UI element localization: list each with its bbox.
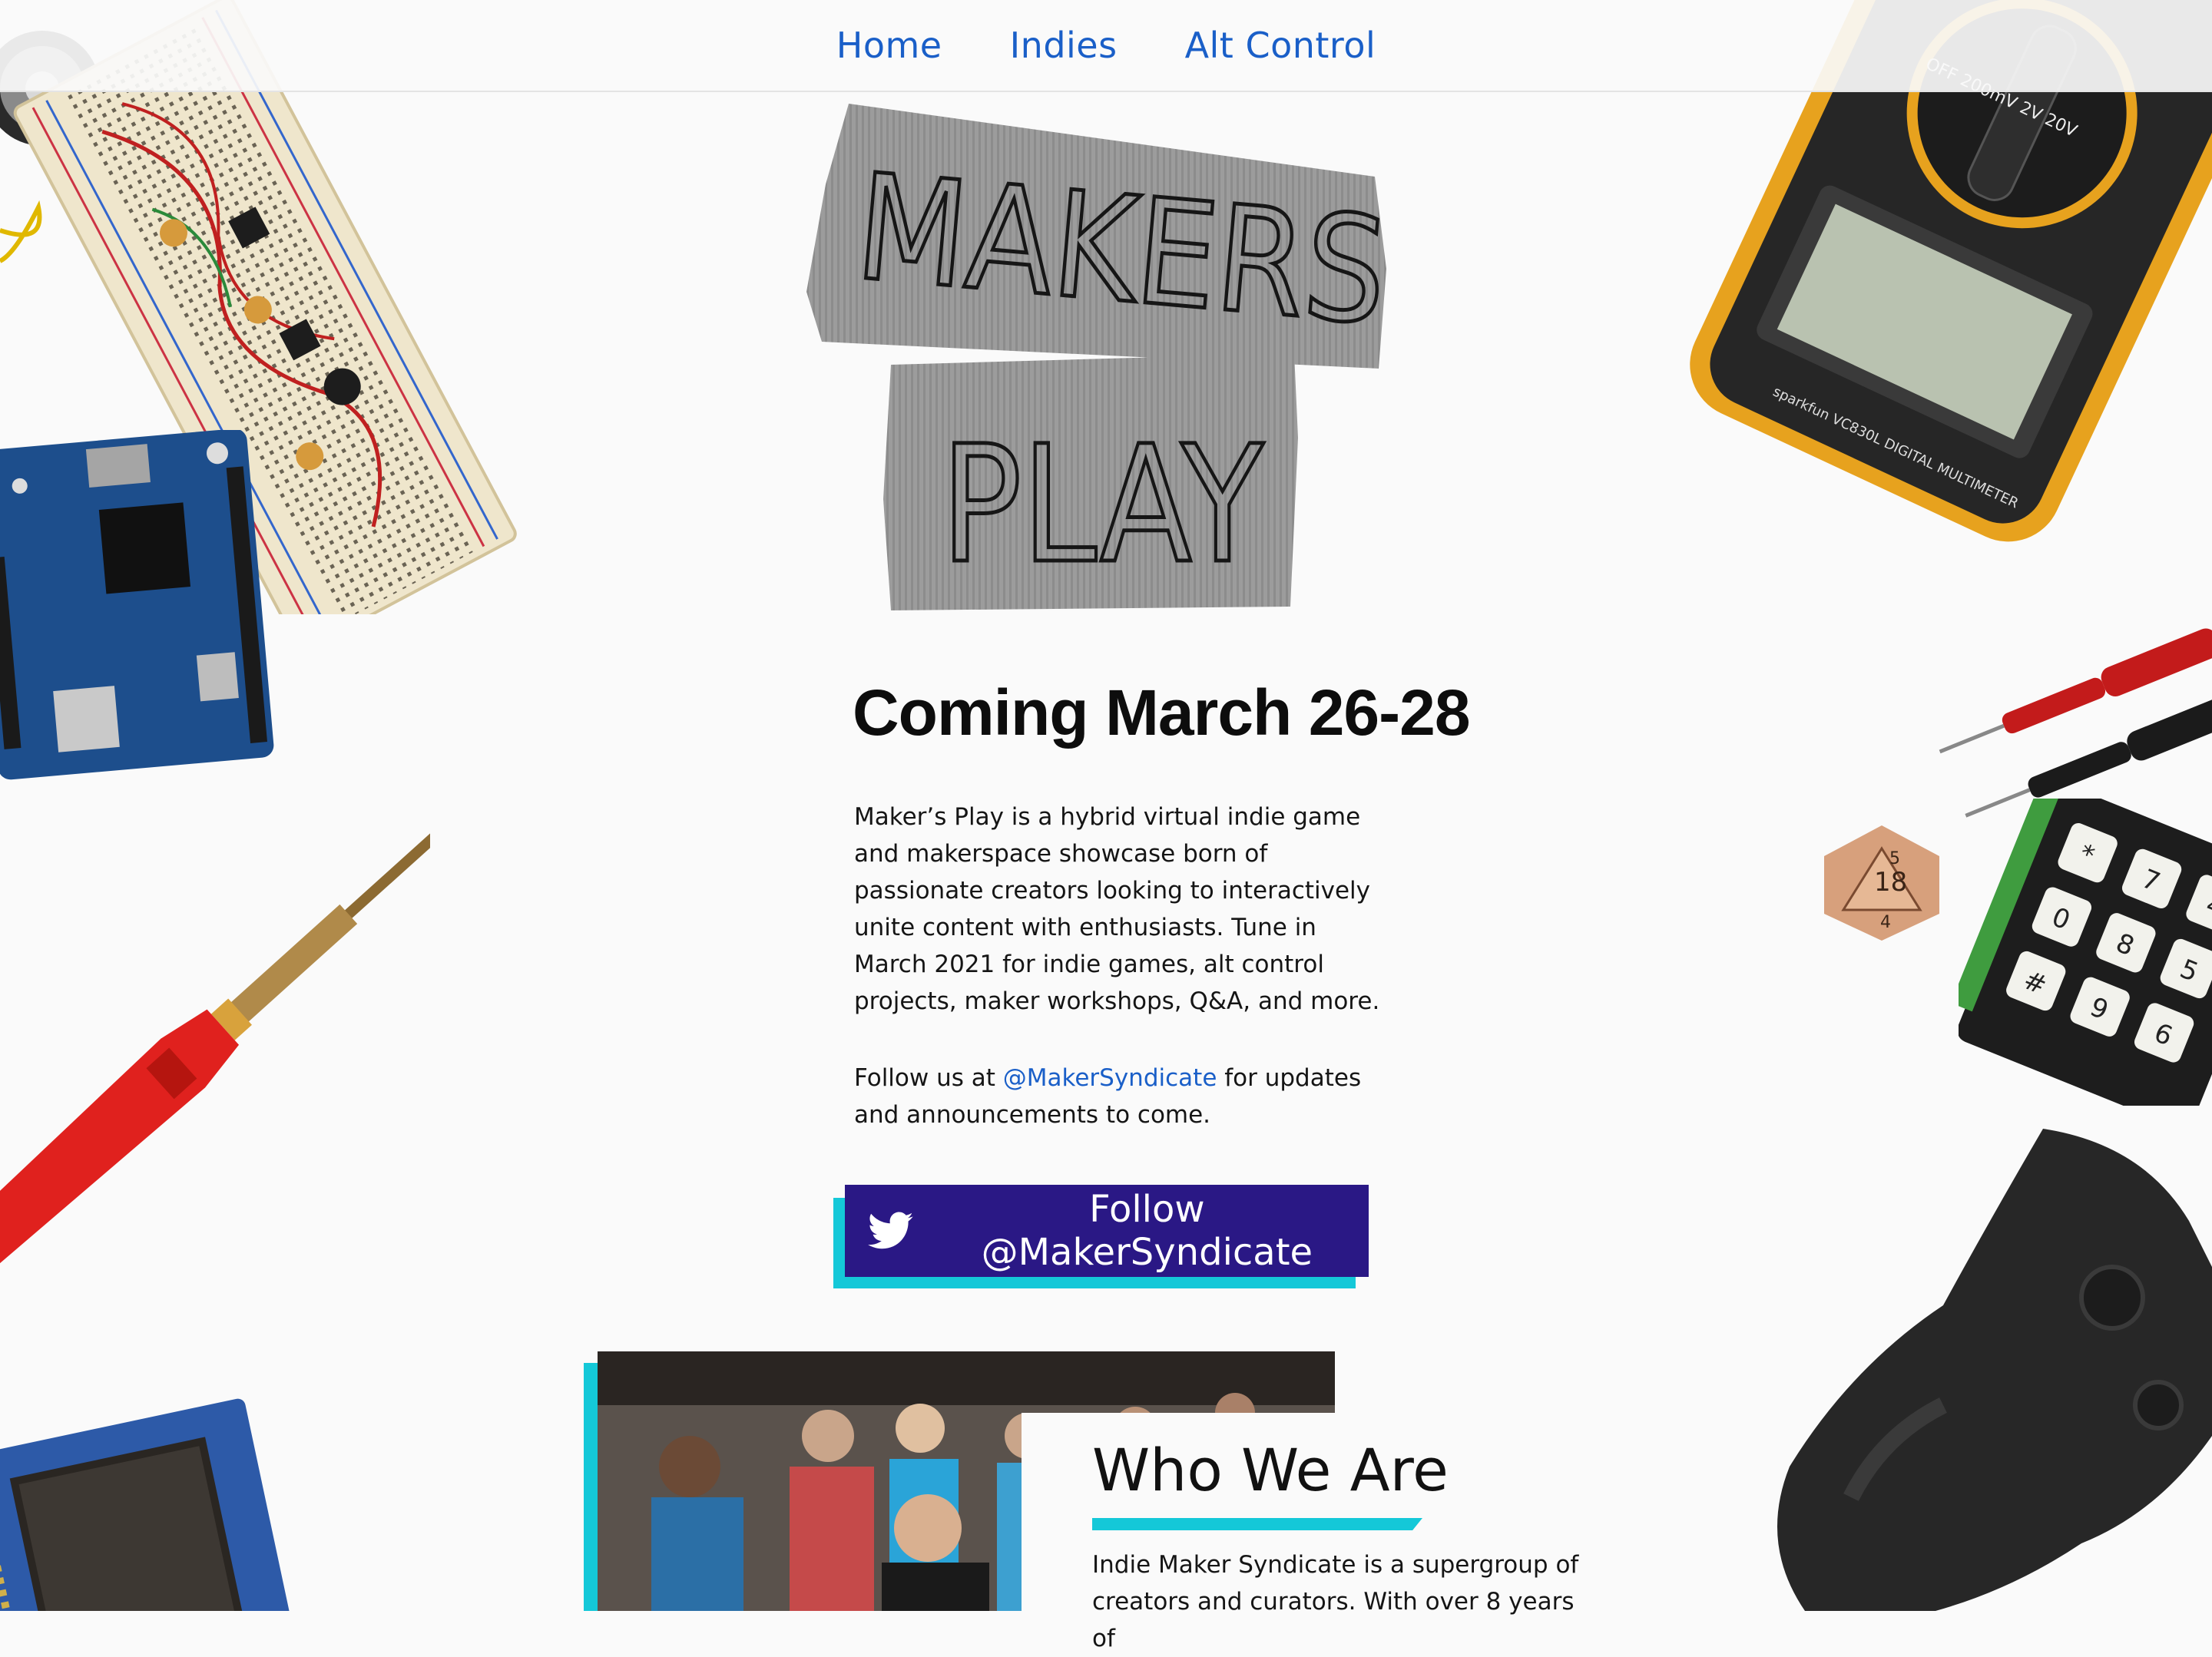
follow-twitter-button[interactable]: Follow @MakerSyndicate <box>845 1185 1369 1277</box>
top-nav: Home Indies Alt Control <box>0 0 2212 92</box>
makers-play-logo: MAKERS PLAY <box>806 104 1395 610</box>
follow-button-label: Follow @MakerSyndicate <box>981 1188 1313 1274</box>
nav-indies-link[interactable]: Indies <box>1010 25 1118 66</box>
event-description: Maker’s Play is a hybrid virtual indie g… <box>854 803 1380 1015</box>
keypad-image: * 7 4 0 8 5 # 9 6 <box>1959 799 2212 1106</box>
photo-accent-bar <box>584 1363 598 1611</box>
nav-home-link[interactable]: Home <box>836 25 942 66</box>
follow-note: Follow us at @MakerSyndicate for updates… <box>854 1064 1362 1129</box>
event-headline: Coming March 26-28 <box>853 676 1471 749</box>
die-face-main: 18 <box>1874 867 1907 898</box>
svg-text:5: 5 <box>1889 849 1900 868</box>
twitter-bird-icon <box>868 1212 913 1249</box>
soldering-iron-image <box>0 812 430 1288</box>
vr-controller-image <box>1777 1129 2212 1611</box>
maker-syndicate-link[interactable]: @MakerSyndicate <box>1003 1064 1217 1092</box>
logo-line-play: PLAY <box>941 411 1264 599</box>
lcd-screen-image <box>0 1398 290 1611</box>
test-probes-image <box>1939 628 2212 818</box>
d20-die-image: 18 5 4 <box>1824 825 1939 941</box>
who-we-are-underline <box>1092 1518 1422 1530</box>
who-we-are-text: Indie Maker Syndicate is a supergroup of… <box>1092 1551 1579 1652</box>
nav-alt-control-link[interactable]: Alt Control <box>1185 25 1376 66</box>
svg-text:4: 4 <box>1880 913 1891 932</box>
arduino-board-image <box>0 430 274 780</box>
who-we-are-title: Who We Are <box>1092 1436 1449 1504</box>
